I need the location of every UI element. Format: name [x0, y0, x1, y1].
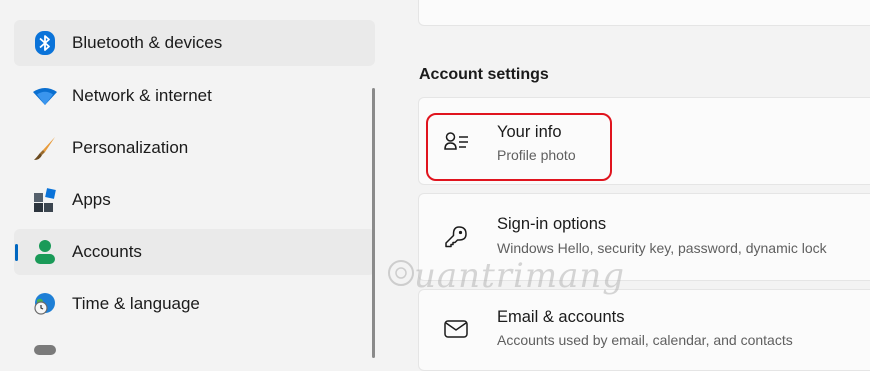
card-subtitle: Accounts used by email, calendar, and co… — [497, 332, 793, 348]
sidebar-item-partial[interactable] — [14, 333, 375, 363]
mail-icon — [443, 316, 469, 342]
apps-icon — [32, 187, 58, 213]
email-accounts-card[interactable]: Email & accounts Accounts used by email,… — [418, 289, 870, 371]
gamepad-icon — [32, 341, 58, 367]
sidebar-item-time-language[interactable]: Time & language — [14, 281, 375, 327]
bluetooth-icon — [32, 30, 58, 56]
previous-card-edge — [418, 0, 870, 26]
sidebar-item-network-internet[interactable]: Network & internet — [14, 73, 375, 119]
sidebar-item-bluetooth-devices[interactable]: Bluetooth & devices — [14, 20, 375, 66]
card-subtitle: Windows Hello, security key, password, d… — [497, 240, 827, 256]
sidebar-item-label: Network & internet — [72, 86, 212, 105]
watermark: uantrimang — [414, 256, 626, 296]
watermark-logo-icon — [388, 260, 414, 286]
sidebar-item-personalization[interactable]: Personalization — [14, 125, 375, 171]
wifi-icon — [32, 83, 58, 109]
sidebar-nav: Bluetooth & devices Network & internet P… — [0, 0, 390, 355]
globe-clock-icon — [32, 291, 58, 317]
sidebar-item-label: Personalization — [72, 138, 189, 157]
sidebar-scrollbar[interactable] — [372, 88, 375, 358]
section-title: Account settings — [419, 66, 549, 83]
accounts-icon — [32, 239, 58, 265]
sidebar-item-label: Apps — [72, 190, 111, 209]
sidebar-item-apps[interactable]: Apps — [14, 177, 375, 223]
card-title: Email & accounts — [497, 308, 625, 326]
selection-indicator — [15, 244, 18, 261]
brush-icon — [32, 135, 58, 161]
key-icon — [443, 224, 469, 250]
sidebar-item-label: Time & language — [72, 294, 200, 313]
highlight-box — [426, 113, 612, 181]
sidebar-item-label: Bluetooth & devices — [72, 33, 223, 52]
card-title: Sign-in options — [497, 215, 607, 233]
sidebar-item-label: Accounts — [72, 242, 142, 261]
sidebar-item-accounts[interactable]: Accounts — [14, 229, 375, 275]
